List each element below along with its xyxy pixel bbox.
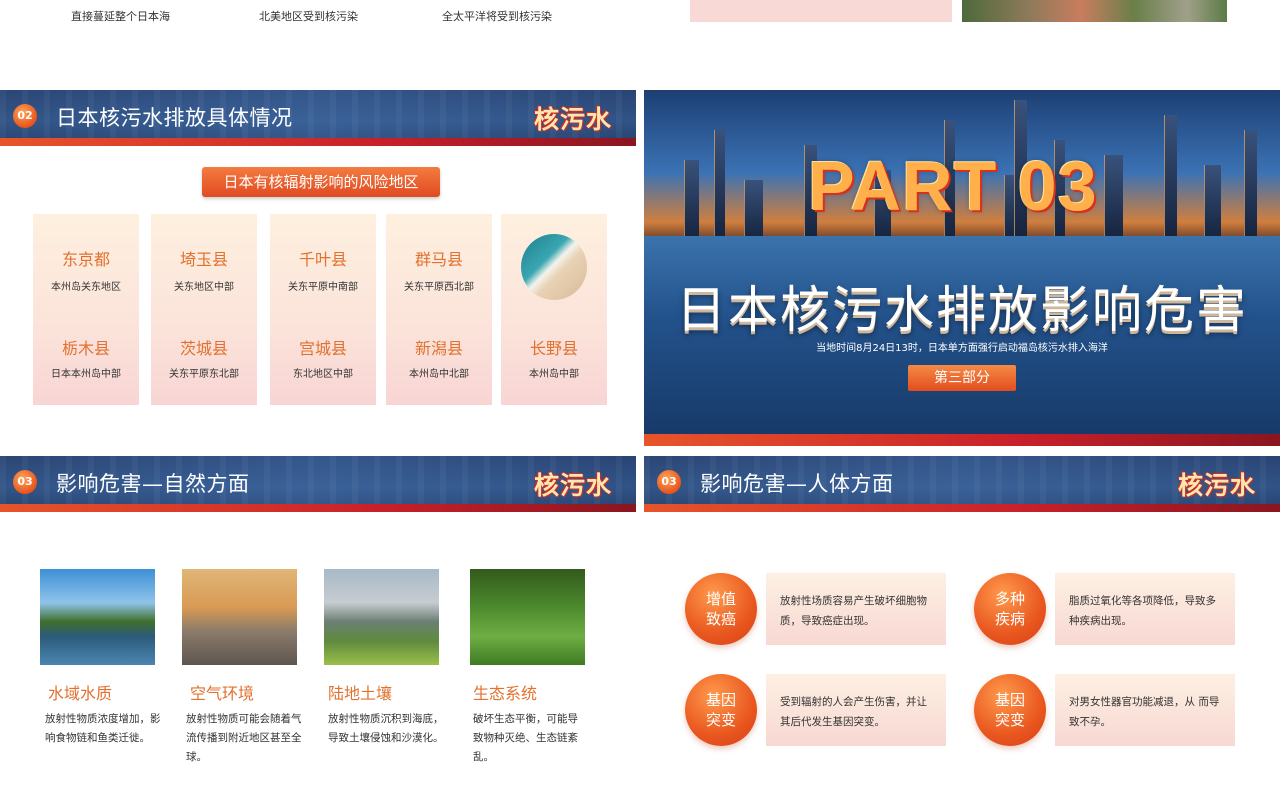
part03-subtitle: 当地时间8月24日13时，日本单方面强行启动福岛核污水排入海洋: [816, 343, 1108, 354]
human-effect-text: 放射性场质容易产生破坏细胞物质，导致癌症出现。: [780, 595, 927, 627]
region-desc: 关东平原西北部: [404, 282, 474, 293]
nature-item-text: 放射性物质浓度增加，影响食物链和鱼类迁徙。: [45, 713, 161, 744]
brand-logo-text: 核污水: [533, 105, 612, 134]
region-name: 长野县: [529, 339, 578, 358]
forest-photo: [470, 569, 585, 665]
part03-title: 日本核污水排放影响危害: [676, 281, 1248, 339]
region-name: 茨城县: [179, 339, 228, 358]
human-effect-text: 对男女性器官功能减退，从 而导致不孕。: [1069, 696, 1220, 728]
region-desc: 关东平原东北部: [169, 369, 239, 380]
nature-item-title: 水域水质: [48, 684, 113, 703]
region-desc: 关东平原中南部: [288, 282, 358, 293]
brand-logo-text: 核污水: [1177, 471, 1256, 500]
region-desc: 本州岛中部: [529, 369, 579, 380]
top-landscape-photo: [962, 0, 1227, 22]
top-caption-3: 全太平洋将受到核污染: [442, 10, 552, 23]
effect-circle: 基因 突变: [974, 674, 1046, 746]
region-card: 长野县 本州岛中部: [501, 214, 607, 405]
valley-photo: [324, 569, 439, 665]
region-name: 栃木县: [61, 339, 110, 358]
smog-photo: [182, 569, 297, 665]
part03-red-band: [644, 434, 1280, 446]
slide03a-header: 03 影响危害—自然方面 核污水: [0, 456, 636, 512]
region-name: 东京都: [61, 250, 110, 269]
effect-circle-label: 基因 突变: [705, 691, 736, 729]
slide02-title: 日本核污水排放具体情况: [56, 106, 293, 130]
region-card: 群马县 关东平原西北部 新潟县 本州岛中北部: [386, 214, 492, 405]
effect-circle-label: 基因 突变: [994, 691, 1025, 729]
region-name: 群马县: [414, 250, 463, 269]
beach-photo: [521, 234, 587, 300]
nature-item-title: 空气环境: [190, 684, 255, 703]
region-card: 东京都 本州岛关东地区 栃木县 日本本州岛中部: [33, 214, 139, 405]
part-number: PART 03: [808, 147, 1098, 225]
region-desc: 日本本州岛中部: [51, 369, 121, 380]
top-pink-block: [690, 0, 952, 22]
effect-circle: 增值 致癌: [685, 573, 757, 645]
effect-circle: 多种 疾病: [974, 573, 1046, 645]
effect-circle: 基因 突变: [685, 674, 757, 746]
lake-photo: [40, 569, 155, 665]
region-name: 宫城县: [298, 339, 347, 358]
human-effect-text: 受到辐射的人会产生伤害，并让其后代发生基因突变。: [780, 696, 927, 728]
nature-item-text: 破坏生态平衡，可能导致物种灭绝、生态链紊乱。: [473, 713, 578, 763]
section-number-badge: 03: [13, 470, 37, 494]
slide03b-title: 影响危害—人体方面: [700, 472, 894, 496]
risk-region-pill: 日本有核辐射影响的风险地区: [202, 167, 440, 197]
region-card: 千叶县 关东平原中南部 宫城县 东北地区中部: [270, 214, 376, 405]
region-desc: 本州岛关东地区: [51, 282, 121, 293]
human-effect-box: 放射性场质容易产生破坏细胞物质，导致癌症出现。: [766, 573, 946, 645]
human-effect-box: 受到辐射的人会产生伤害，并让其后代发生基因突变。: [766, 674, 946, 746]
nature-item-title: 陆地土壤: [328, 684, 393, 703]
region-desc: 关东地区中部: [174, 282, 234, 293]
effect-circle-label: 增值 致癌: [705, 590, 736, 628]
effect-circle-label: 多种 疾病: [994, 590, 1025, 628]
human-effect-text: 脂质过氧化等各项降低，导致多种疾病出现。: [1069, 595, 1216, 627]
region-name: 埼玉县: [179, 250, 228, 269]
part03-tag: 第三部分: [908, 365, 1016, 391]
human-effect-box: 脂质过氧化等各项降低，导致多种疾病出现。: [1055, 573, 1235, 645]
top-caption-1: 直接蔓延整个日本海: [71, 10, 170, 23]
region-desc: 本州岛中北部: [409, 369, 469, 380]
region-card: 埼玉县 关东地区中部 茨城县 关东平原东北部: [151, 214, 257, 405]
region-name: 新潟县: [414, 339, 463, 358]
slide03b-header: 03 影响危害—人体方面 核污水: [644, 456, 1280, 512]
slide02-header: 02 日本核污水排放具体情况 核污水: [0, 90, 636, 146]
section-number-badge: 02: [13, 104, 37, 128]
region-name: 千叶县: [298, 250, 347, 269]
region-desc: 东北地区中部: [293, 369, 353, 380]
slide03a-title: 影响危害—自然方面: [56, 472, 250, 496]
top-caption-2: 北美地区受到核污染: [259, 10, 358, 23]
brand-logo-text: 核污水: [533, 471, 612, 500]
human-effect-box: 对男女性器官功能减退，从 而导致不孕。: [1055, 674, 1235, 746]
nature-item-text: 放射性物质可能会随着气流传播到附近地区甚至全球。: [186, 713, 302, 763]
nature-item-title: 生态系统: [473, 684, 538, 703]
nature-item-text: 放射性物质沉积到海底，导致土壤侵蚀和沙漠化。: [328, 713, 444, 744]
section-number-badge: 03: [657, 470, 681, 494]
